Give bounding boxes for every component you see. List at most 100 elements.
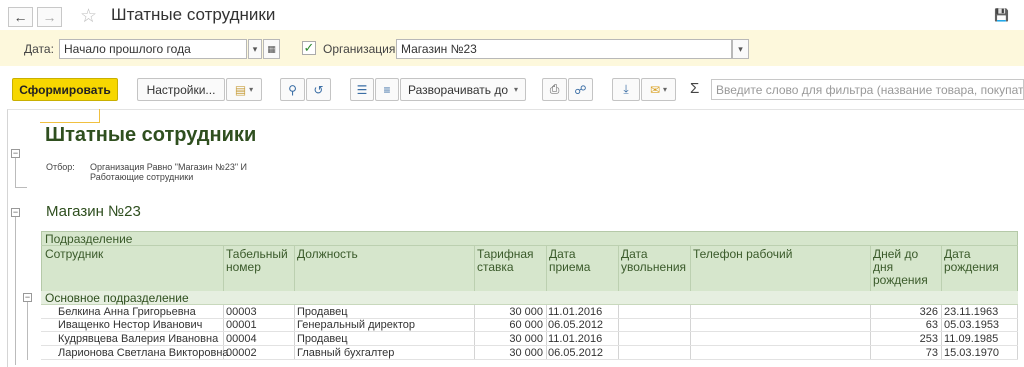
org-dropdown-button[interactable]: ▾ [732, 39, 749, 59]
column-separator [223, 245, 224, 292]
hire-date: 06.05.2012 [548, 319, 604, 331]
birth-date: 15.03.1970 [944, 347, 1000, 359]
envelope-icon: ✉ [649, 82, 661, 97]
column-separator [546, 245, 547, 292]
tab-number: 00003 [226, 306, 257, 318]
column-line [546, 305, 547, 359]
forward-button[interactable]: → [37, 7, 62, 27]
save-to-file-button[interactable]: ⤓ [612, 78, 640, 101]
filter-label: Отбор: [46, 162, 75, 172]
search-clear-button[interactable]: ↺ [306, 78, 331, 101]
date-label: Дата: [24, 42, 54, 56]
position: Генеральный директор [297, 319, 415, 331]
tree-line [27, 302, 28, 360]
column-separator [618, 245, 619, 292]
position: Продавец [297, 333, 348, 345]
employee-name: Белкина Анна Григорьевна [58, 306, 196, 318]
chevron-down-icon: ▾ [738, 43, 743, 54]
header-hire-date-2: приема [549, 260, 591, 274]
row-divider [41, 359, 1018, 360]
variant-menu-button[interactable]: ▤ ▾ [226, 78, 262, 101]
search-refresh-icon: ↺ [313, 82, 324, 97]
days-to-birthday: 73 [925, 347, 938, 359]
expand-to-button[interactable]: Разворачивать до ▾ [400, 78, 526, 101]
hire-date: 11.01.2016 [548, 306, 603, 318]
org-checkbox[interactable]: ✓ [302, 41, 316, 55]
header-rate-2: ставка [477, 260, 514, 274]
row-divider [41, 345, 1018, 346]
filter-input[interactable]: Введите слово для фильтра (название това… [711, 79, 1024, 100]
collapse-groups-icon: ≡ [383, 82, 391, 97]
download-icon: ⤓ [623, 82, 629, 96]
birth-date: 05.03.1953 [944, 319, 1000, 331]
back-button[interactable]: ← [8, 7, 33, 27]
org-field[interactable]: Магазин №23 [396, 39, 732, 59]
save-icon[interactable]: 💾 [994, 8, 1024, 24]
collapse-toggle-icon[interactable]: − [11, 208, 20, 217]
collapse-toggle-icon[interactable]: − [11, 149, 20, 158]
birth-date: 11.09.1985 [944, 333, 999, 345]
header-work-phone: Телефон рабочий [693, 247, 793, 261]
cell-selection-marker [40, 109, 100, 123]
chevron-down-icon: ▾ [514, 85, 519, 94]
expand-to-label: Разворачивать до [407, 82, 508, 97]
column-line [870, 305, 871, 359]
header-employee: Сотрудник [45, 247, 104, 261]
header-tab-number-2: номер [226, 260, 261, 274]
preview-button[interactable]: ☍ [568, 78, 593, 101]
employee-name: Иващенко Нестор Иванович [58, 319, 203, 331]
variant-icon: ▤ [234, 82, 247, 97]
chevron-down-icon: ▾ [252, 43, 258, 54]
column-separator [474, 245, 475, 292]
chevron-down-icon: ▾ [249, 85, 254, 94]
calendar-icon: ▦ [267, 43, 276, 54]
column-separator [941, 245, 942, 292]
preview-icon: ☍ [574, 82, 587, 97]
hire-date: 11.01.2016 [548, 333, 603, 345]
organization-heading: Магазин №23 [46, 203, 141, 220]
table-header [41, 231, 1018, 292]
favorite-star-icon[interactable]: ☆ [80, 5, 97, 28]
header-birth-date-2: рождения [944, 260, 999, 274]
column-line [941, 305, 942, 359]
column-separator [690, 245, 691, 292]
days-to-birthday: 63 [925, 319, 938, 331]
settings-button[interactable]: Настройки... [137, 78, 225, 101]
expand-all-button[interactable]: ☰ [350, 78, 374, 101]
group-name: Основное подразделение [45, 291, 189, 305]
days-to-birthday: 253 [919, 333, 938, 345]
rate: 30 000 [509, 306, 543, 318]
column-line [690, 305, 691, 359]
tree-line [15, 217, 16, 365]
days-to-birthday: 326 [919, 306, 938, 318]
search-button[interactable]: ⚲ [280, 78, 305, 101]
filter-text-line1: Организация Равно "Магазин №23" И [90, 162, 247, 172]
column-separator [870, 245, 871, 292]
column-line [618, 305, 619, 359]
expand-groups-icon: ☰ [356, 82, 368, 97]
tab-number: 00001 [226, 319, 257, 331]
send-email-button[interactable]: ✉ ▾ [641, 78, 676, 101]
rate: 30 000 [509, 333, 543, 345]
date-dropdown-button[interactable]: ▾ [248, 39, 262, 59]
column-line [1017, 305, 1018, 359]
collapse-all-button[interactable]: ≡ [375, 78, 399, 101]
header-days-to-birthday-3: рождения [873, 273, 928, 287]
collapse-toggle-icon[interactable]: − [23, 293, 32, 302]
sum-icon[interactable]: Σ [690, 80, 699, 97]
date-field[interactable]: Начало прошлого года [59, 39, 247, 59]
report-title: Штатные сотрудники [45, 124, 257, 146]
column-line [474, 305, 475, 359]
position: Продавец [297, 306, 348, 318]
header-fire-date-2: увольнения [621, 260, 687, 274]
print-button[interactable]: ⎙ [542, 78, 567, 101]
printer-icon: ⎙ [549, 82, 560, 96]
chevron-down-icon: ▾ [663, 85, 668, 94]
generate-button[interactable]: Сформировать [12, 78, 118, 101]
birth-date: 23.11.1963 [944, 306, 999, 318]
tree-line [15, 187, 27, 188]
arrow-right-icon: → [42, 9, 57, 25]
calendar-button[interactable]: ▦ [263, 39, 280, 59]
window-title: Штатные сотрудники [111, 5, 276, 24]
tree-line [15, 158, 16, 188]
